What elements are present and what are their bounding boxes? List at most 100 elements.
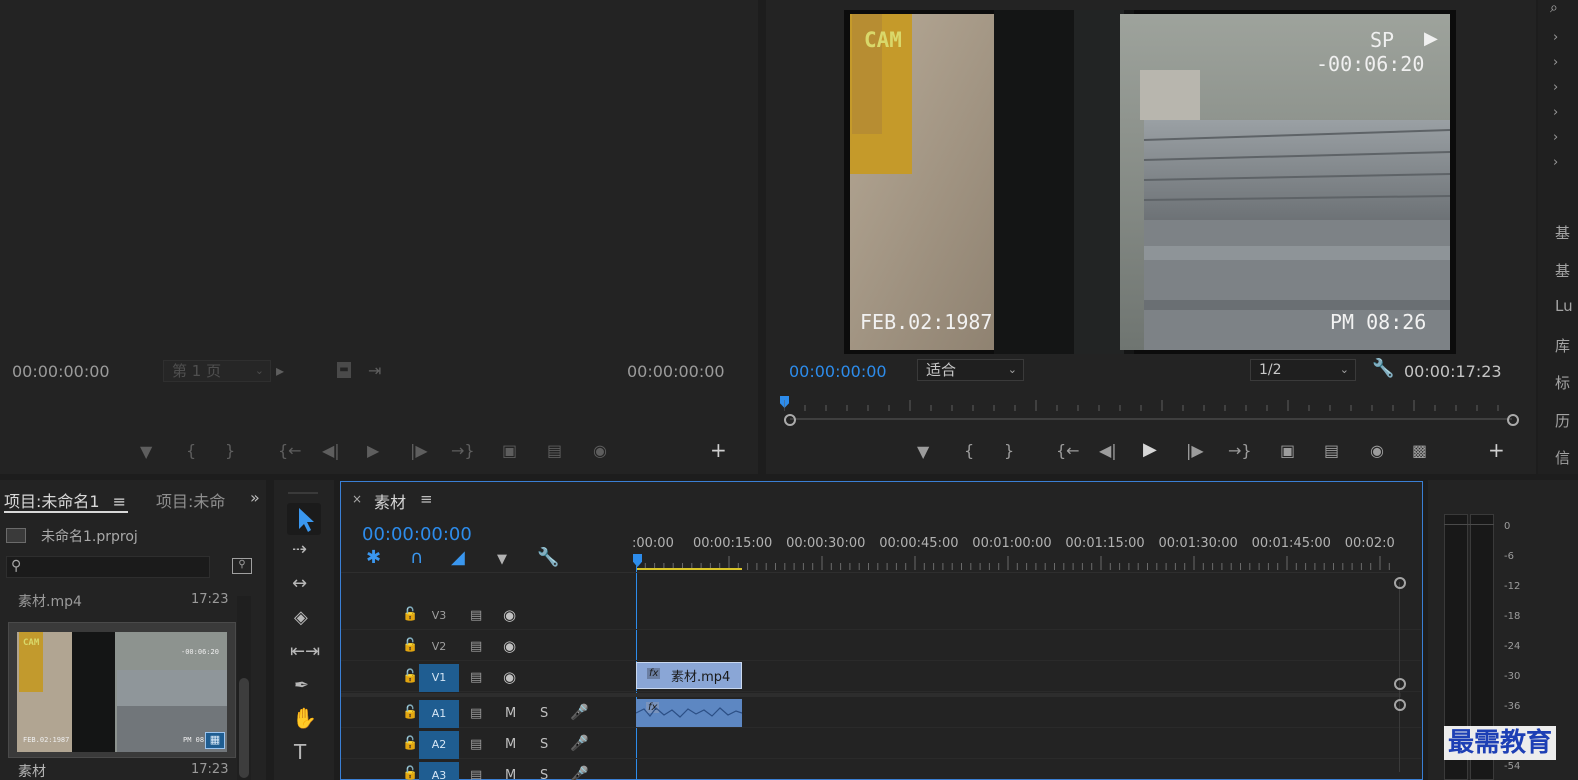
sync-lock-icon[interactable]: ▤ — [470, 737, 482, 753]
expand-chevron-icon[interactable]: › — [1553, 155, 1558, 170]
export-frame-icon[interactable]: ▬ — [337, 362, 351, 378]
project-scrollbar-thumb[interactable] — [239, 678, 249, 778]
program-ruler[interactable] — [784, 400, 1514, 412]
add-button-icon[interactable]: + — [710, 440, 727, 460]
marker-icon[interactable]: ▼ — [140, 444, 152, 460]
project-item-name-2[interactable]: 素材 — [18, 761, 46, 780]
hand-tool-icon[interactable]: ✋ — [292, 708, 317, 728]
lock-icon[interactable]: 🔓 — [402, 638, 418, 654]
step-back-icon[interactable]: ◀| — [322, 443, 340, 459]
track-name-v1[interactable]: V1 — [419, 664, 459, 692]
sync-lock-icon[interactable]: ▤ — [470, 706, 482, 722]
track-name-v2[interactable]: V2 — [419, 633, 459, 661]
expand-chevron-icon[interactable]: › — [1553, 80, 1558, 95]
overwrite-icon[interactable]: ▤ — [547, 443, 562, 459]
sync-lock-icon[interactable]: ▤ — [470, 670, 482, 686]
video-clip[interactable]: fx 素材.mp4 — [636, 662, 742, 689]
microphone-icon[interactable]: 🎤 — [570, 704, 589, 720]
timeline-scroll-handle-mid[interactable] — [1394, 678, 1406, 690]
add-button-icon[interactable]: + — [1488, 440, 1505, 460]
right-panel-tab-label[interactable]: 基 — [1555, 222, 1570, 243]
mute-button-a3[interactable]: M — [505, 768, 516, 780]
right-panel-tab-label[interactable]: Lu — [1555, 297, 1573, 315]
solo-button-a3[interactable]: S — [540, 768, 548, 780]
new-bin-icon[interactable]: ⚲ — [232, 558, 252, 574]
source-timecode-in[interactable]: 00:00:00:00 — [12, 362, 110, 381]
sync-lock-icon[interactable]: ▤ — [470, 768, 482, 780]
nest-toggle-icon[interactable]: ✱ — [366, 549, 381, 567]
track-name-a1[interactable]: A1 — [419, 700, 459, 728]
source-page-select[interactable]: 第 1 页 ⌄ — [163, 360, 271, 382]
slip-tool-icon[interactable]: ⇤⇥ — [290, 643, 320, 661]
solo-button-a1[interactable]: S — [540, 706, 548, 721]
ripple-edit-tool-icon[interactable]: ↔ — [292, 575, 307, 593]
audio-clip[interactable]: fx — [636, 699, 742, 727]
lock-icon[interactable]: 🔓 — [402, 669, 418, 685]
right-panel-tab-label[interactable]: 信 — [1555, 447, 1570, 468]
project-tab-inactive[interactable]: 项目:未命 — [156, 488, 225, 512]
camera-icon[interactable]: ◉ — [1370, 443, 1384, 459]
timeline-timecode[interactable]: 00:00:00:00 — [362, 524, 472, 545]
mark-in-icon[interactable]: { — [964, 443, 974, 459]
compare-view-icon[interactable]: ▩ — [1412, 443, 1427, 459]
work-area-bar[interactable] — [636, 568, 742, 570]
resolution-select[interactable]: 1/2 ⌄ — [1250, 359, 1356, 381]
camera-icon[interactable]: ◉ — [593, 443, 607, 459]
right-search-icon[interactable]: ⌕ — [1550, 0, 1558, 16]
lock-icon[interactable]: 🔓 — [402, 705, 418, 721]
microphone-icon[interactable]: 🎤 — [570, 766, 589, 780]
extract-icon[interactable]: ▤ — [1324, 443, 1339, 459]
project-search-input[interactable]: ⚲ — [6, 556, 210, 578]
mark-in-icon[interactable]: { — [186, 443, 196, 459]
marker-icon[interactable]: ▼ — [917, 444, 929, 460]
mute-button-a1[interactable]: M — [505, 706, 516, 721]
track-select-tool-icon[interactable]: ⇢ — [292, 541, 307, 559]
menu-icon[interactable]: ≡ — [113, 492, 126, 511]
play-icon[interactable]: ▶ — [367, 443, 379, 459]
zoom-handle-right[interactable] — [1507, 414, 1519, 426]
lift-icon[interactable]: ▣ — [1280, 443, 1295, 459]
zoom-handle-left[interactable] — [784, 414, 796, 426]
sync-lock-icon[interactable]: ▤ — [470, 608, 482, 624]
timeline-settings-wrench-icon[interactable]: 🔧 — [537, 549, 559, 567]
mute-button-a2[interactable]: M — [505, 737, 516, 752]
go-to-in-icon[interactable]: {← — [278, 443, 302, 459]
step-forward-icon[interactable]: |▶ — [1186, 443, 1204, 459]
step-back-icon[interactable]: ◀| — [1099, 443, 1117, 459]
lock-icon[interactable]: 🔓 — [402, 736, 418, 752]
pen-tool-icon[interactable]: ✒ — [294, 677, 309, 695]
timeline-scroll-handle-audio[interactable] — [1394, 699, 1406, 711]
expand-chevron-icon[interactable]: › — [1553, 55, 1558, 70]
right-panel-tab-label[interactable]: 库 — [1555, 335, 1570, 356]
close-tab-icon[interactable]: × — [352, 492, 362, 506]
project-scrollbar[interactable] — [237, 596, 251, 780]
track-name-v3[interactable]: V3 — [419, 602, 459, 630]
razor-tool-icon[interactable]: ◈ — [294, 609, 308, 627]
expand-chevron-icon[interactable]: › — [1553, 130, 1558, 145]
timeline-ruler-ticks[interactable] — [636, 556, 1396, 570]
insert-icon[interactable]: ▣ — [502, 443, 517, 459]
timeline-scroll-handle-top[interactable] — [1394, 577, 1406, 589]
track-name-a3[interactable]: A3 — [419, 762, 459, 780]
sync-lock-icon[interactable]: ▤ — [470, 639, 482, 655]
mark-out-icon[interactable]: } — [1004, 443, 1014, 459]
project-item-name-1[interactable]: 素材.mp4 — [18, 591, 82, 611]
settings-dots-icon[interactable]: ⇥ — [368, 363, 381, 379]
program-zoom-bar[interactable] — [790, 418, 1512, 420]
play-icon[interactable]: ▶ — [1143, 441, 1157, 459]
lock-icon[interactable]: 🔓 — [402, 607, 418, 623]
type-tool-icon[interactable]: T — [294, 742, 306, 762]
expand-chevron-icon[interactable]: › — [1553, 105, 1558, 120]
timeline-vscroll-track[interactable] — [1399, 582, 1400, 772]
add-marker-icon[interactable]: ▼ — [497, 552, 507, 568]
project-tab-active[interactable]: 项目:未命名1 ≡ — [4, 488, 126, 512]
expand-chevron-icon[interactable]: › — [1553, 30, 1558, 45]
right-panel-tab-label[interactable]: 基 — [1555, 260, 1570, 281]
microphone-icon[interactable]: 🎤 — [570, 735, 589, 751]
program-timecode[interactable]: 00:00:00:00 — [789, 362, 887, 381]
mark-out-icon[interactable]: } — [225, 443, 235, 459]
play-small-icon[interactable]: ▸ — [276, 363, 284, 379]
lock-icon[interactable]: 🔓 — [402, 766, 418, 780]
selection-tool-icon[interactable] — [287, 503, 321, 535]
fit-select[interactable]: 适合 ⌄ — [917, 359, 1024, 381]
